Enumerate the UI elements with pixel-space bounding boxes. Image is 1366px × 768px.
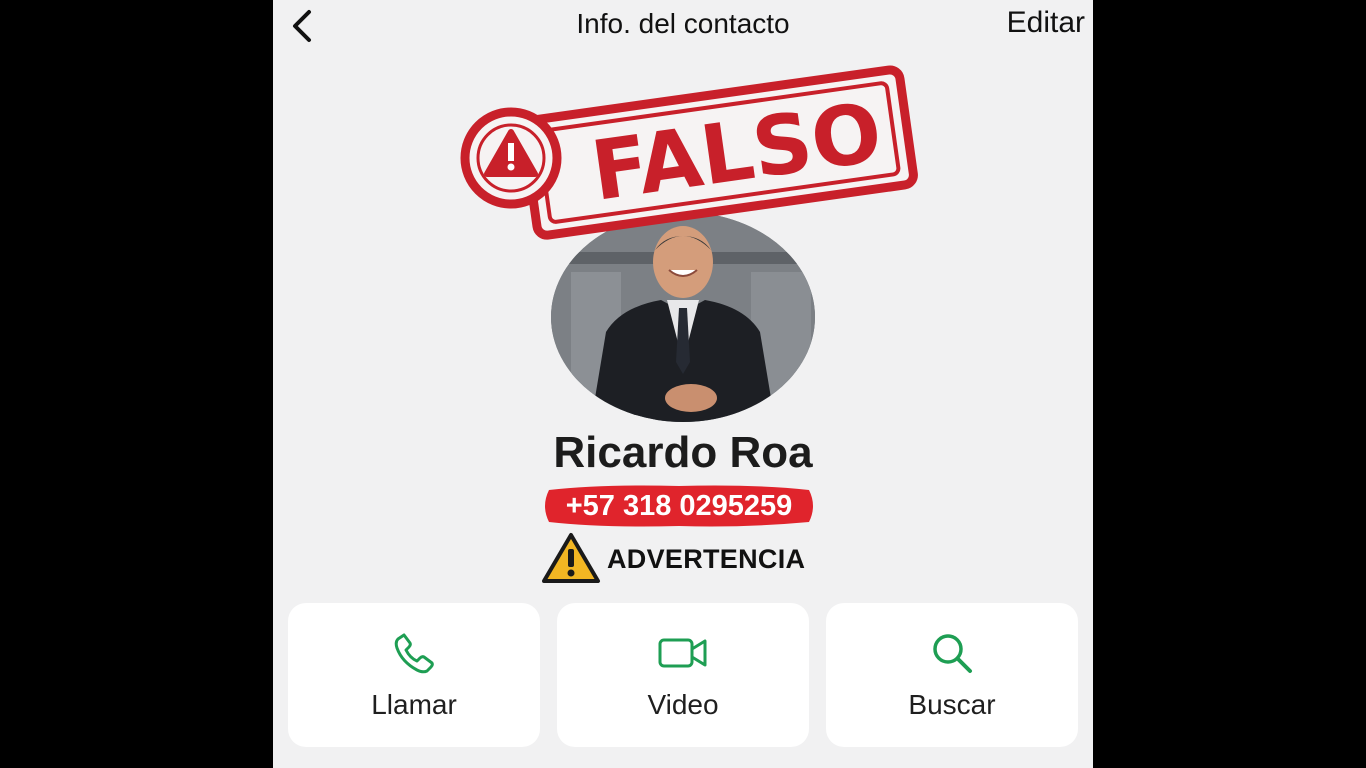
search-icon	[933, 634, 972, 673]
video-label: Video	[647, 689, 719, 720]
contact-info-screen: Info. del contacto Editar FALSO Ricardo …	[273, 0, 1093, 768]
phone-number-text: +57 318 0295259	[565, 490, 793, 522]
contact-name: Ricardo Roa	[553, 428, 813, 477]
phone-icon	[394, 633, 434, 674]
edit-button[interactable]: Editar	[1007, 6, 1085, 40]
video-camera-icon	[658, 638, 707, 668]
alert-icon	[460, 107, 562, 209]
call-button[interactable]: Llamar	[288, 603, 540, 747]
call-label: Llamar	[371, 689, 457, 720]
phone-number[interactable]: +57 318 0295259	[543, 484, 815, 528]
video-button[interactable]: Video	[557, 603, 809, 747]
warning-triangle-icon	[542, 533, 600, 583]
warning-text: ADVERTENCIA	[607, 544, 806, 574]
search-label: Buscar	[908, 689, 996, 720]
page-title: Info. del contacto	[576, 8, 790, 39]
warning-label: ADVERTENCIA	[541, 532, 831, 584]
false-stamp: FALSO	[459, 58, 929, 258]
search-button[interactable]: Buscar	[826, 603, 1078, 747]
